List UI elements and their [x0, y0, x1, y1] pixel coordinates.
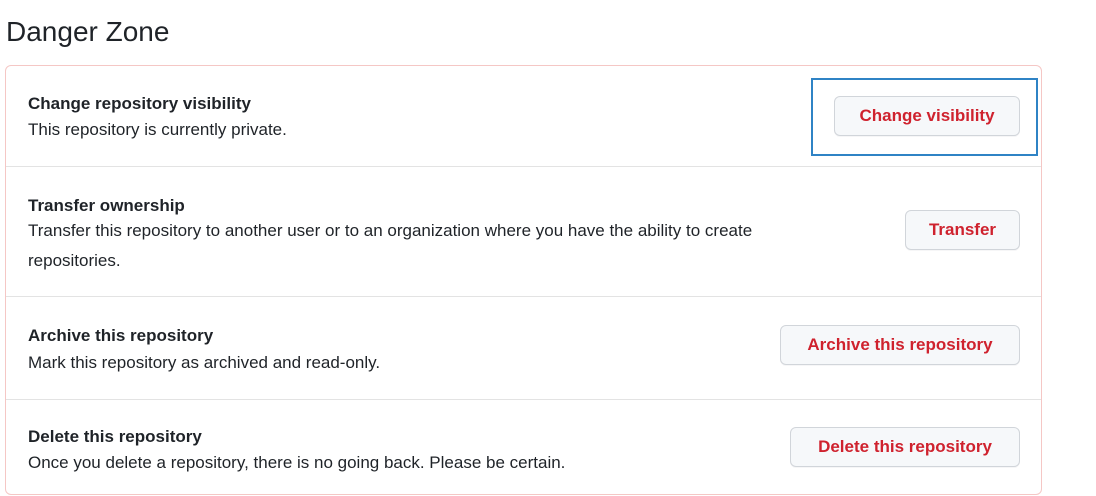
change-visibility-description: This repository is currently private.: [28, 120, 287, 139]
transfer-ownership-description-line1: Transfer this repository to another user…: [28, 221, 753, 240]
change-visibility-title: Change repository visibility: [28, 94, 251, 113]
archive-repository-description: Mark this repository as archived and rea…: [28, 353, 381, 372]
archive-repository-title: Archive this repository: [28, 326, 214, 345]
transfer-ownership-description-line2: repositories.: [28, 251, 121, 270]
row-delete-repository: Delete this repository Once you delete a…: [6, 399, 1041, 496]
delete-repository-button[interactable]: Delete this repository: [790, 427, 1020, 467]
change-visibility-button[interactable]: Change visibility: [834, 96, 1020, 136]
archive-repository-button[interactable]: Archive this repository: [780, 325, 1020, 365]
row-transfer-ownership: Transfer ownership Transfer this reposit…: [6, 166, 1041, 296]
row-change-visibility: Change repository visibility This reposi…: [6, 66, 1041, 166]
danger-zone-box: Change repository visibility This reposi…: [5, 65, 1042, 495]
row-archive-repository: Archive this repository Mark this reposi…: [6, 296, 1041, 399]
delete-repository-title: Delete this repository: [28, 427, 202, 446]
page-title: Danger Zone: [6, 16, 170, 47]
transfer-button[interactable]: Transfer: [905, 210, 1020, 250]
transfer-ownership-title: Transfer ownership: [28, 196, 185, 215]
